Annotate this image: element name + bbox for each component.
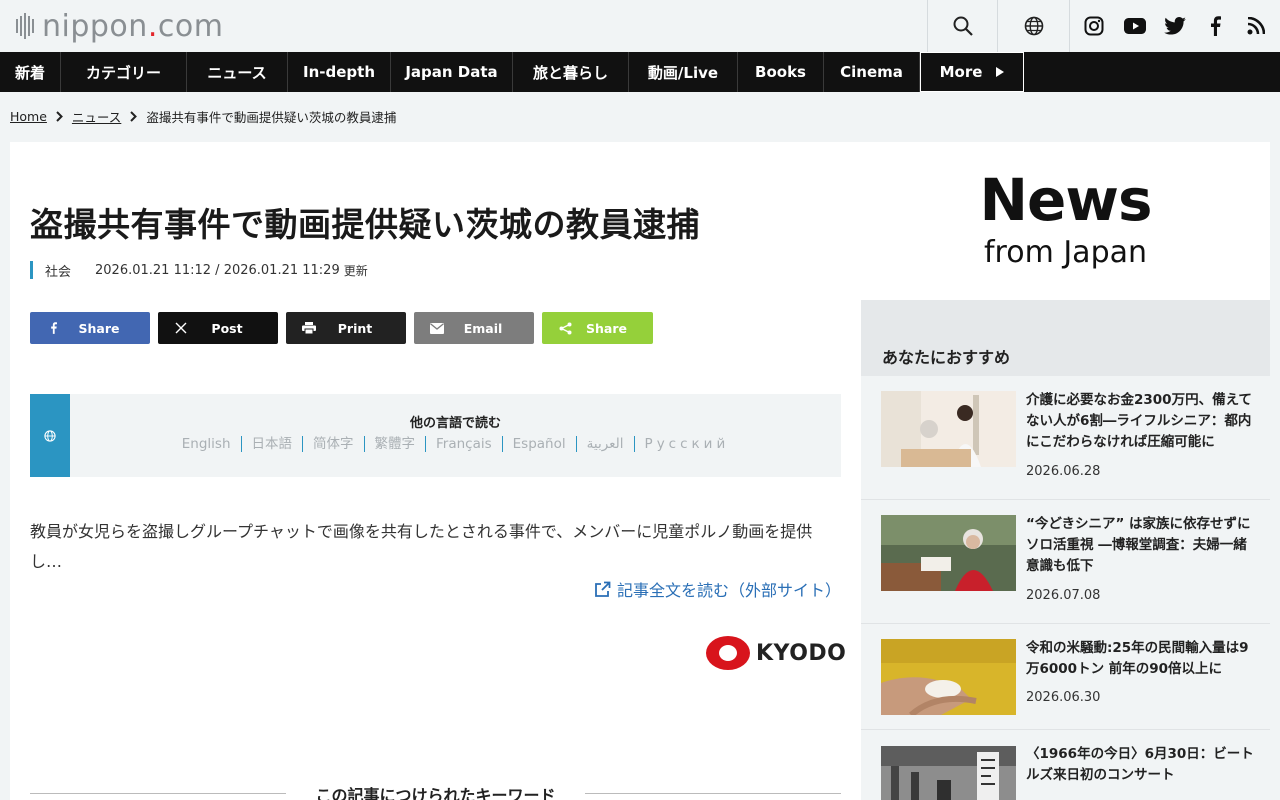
recommend-item-date: 2026.06.30 [1026,690,1101,705]
recommend-item-title: 〈1966年の今日〉6月30日：ビートルズ来日初のコンサート [1026,746,1254,783]
rss-icon[interactable] [1242,12,1270,40]
email-label: Email [463,320,503,336]
nav-item-category[interactable]: カテゴリー [61,52,187,92]
language-link-french[interactable]: Français [426,436,503,452]
news-from-japan-banner[interactable]: News from Japan [861,142,1270,300]
breadcrumb-home[interactable]: Home [10,109,47,124]
nav-item-books[interactable]: Books [738,52,824,92]
recommend-title: あなたにおすすめ [882,348,1011,367]
logo-text: nippon.com [42,8,224,44]
nav-item-more[interactable]: More [920,52,1024,92]
article-category[interactable]: 社会 [45,261,71,280]
email-button[interactable]: Email [414,312,534,344]
banner-subtitle: from Japan [983,235,1148,270]
share-label: Share [78,320,120,336]
recommend-item[interactable]: “今どきシニア” は家族に依存せずにソロ活重視 ―博報堂調査：夫婦一緒意識も低下… [861,500,1270,624]
recommend-item-date: 2026.06.28 [1026,464,1101,479]
language-link-simplified-chinese[interactable]: 简体字 [303,436,365,452]
recommend-heading: あなたにおすすめ [861,300,1270,376]
twitter-icon[interactable] [1161,12,1189,40]
print-label: Print [337,320,373,336]
languages-title: 他の言語で読む [409,416,501,431]
sidebar: News from Japan あなたにおすすめ 介護に必要なお金2300万円、… [861,142,1270,800]
logo-bars-icon [16,13,34,39]
recommend-item[interactable]: 令和の米騒動:25年の民間輸入量は9万6000トン 前年の90倍以上に 2026… [861,624,1270,730]
caret-right-icon [996,67,1005,77]
globe-icon [1024,16,1043,36]
banner-title: News [979,166,1153,234]
recommend-thumbnail [881,391,1016,467]
language-link-japanese[interactable]: 日本語 [242,436,303,452]
recommend-item-title: “今どきシニア” は家族に依存せずにソロ活重視 ―博報堂調査：夫婦一緒意識も低下 [1026,516,1251,574]
chevron-right-icon [130,110,138,122]
breadcrumb-current: 盗撮共有事件で動画提供疑い茨城の教員逮捕 [146,109,397,125]
site-header: nippon.com [0,0,1280,52]
nav-item-video-live[interactable]: 動画/Live [629,52,738,92]
recommend-item-title: 介護に必要なお金2300万円、備えてない人が6割―ライフルシニア：都内にこだわら… [1026,392,1252,450]
nav-item-travel[interactable]: 旅と暮らし [513,52,629,92]
language-link-spanish[interactable]: Español [503,436,577,452]
recommend-item-title: 令和の米騒動:25年の民間輸入量は9万6000トン 前年の90倍以上に [1026,640,1249,677]
external-link-icon [595,581,611,597]
language-link-traditional-chinese[interactable]: 繁體字 [365,436,426,452]
breadcrumb-section[interactable]: ニュース [72,107,121,126]
globe-icon [30,394,70,477]
nav-more-label: More [939,63,983,81]
nav-item-cinema[interactable]: Cinema [824,52,920,92]
post-label: Post [211,320,243,336]
chevron-right-icon [56,110,63,122]
article-dates: 2026.01.21 11:12 / 2026.01.21 11:29 [95,262,340,278]
nav-item-japan-data[interactable]: Japan Data [391,52,513,92]
share-label: Share [586,320,627,336]
instagram-icon[interactable] [1080,12,1108,40]
nav-item-in-depth[interactable]: In-depth [288,52,391,92]
kyodo-logo: KYODO [706,636,846,670]
recommend-item[interactable]: 〈1966年の今日〉6月30日：ビートルズ来日初のコンサート [861,730,1270,800]
share-button[interactable]: Share [542,312,653,344]
facebook-share-button[interactable]: Share [30,312,150,344]
social-links [1070,0,1280,52]
breadcrumb: Home ニュース 盗撮共有事件で動画提供疑い茨城の教員逮捕 [10,107,396,125]
recommend-item[interactable]: 介護に必要なお金2300万円、備えてない人が6割―ライフルシニア：都内にこだわら… [861,376,1270,500]
recommend-thumbnail [881,746,1016,800]
recommend-thumbnail [881,515,1016,591]
search-icon [953,16,973,36]
language-link-english[interactable]: English [172,436,242,452]
language-button[interactable] [998,0,1070,52]
print-button[interactable]: Print [286,312,406,344]
source-name: KYODO [756,640,847,666]
search-button[interactable] [927,0,998,52]
share-bar: Share Post Print Email Share [30,312,653,344]
nav-item-new[interactable]: 新着 [0,52,61,92]
article-title: 盗撮共有事件で動画提供疑い茨城の教員逮捕 [30,205,700,244]
recommend-thumbnail [881,639,1016,715]
kyodo-mark-icon [706,636,750,670]
main-nav: 新着 カテゴリー ニュース In-depth Japan Data 旅と暮らし … [0,52,1280,92]
facebook-icon[interactable] [1201,12,1229,40]
site-logo[interactable]: nippon.com [16,8,223,44]
updated-label: 更新 [343,263,368,278]
recommend-item-date: 2026.07.08 [1026,588,1101,603]
read-full-article-link[interactable]: 記事全文を読む（外部サイト） [594,577,841,601]
read-full-label: 記事全文を読む（外部サイト） [616,581,841,600]
x-post-button[interactable]: Post [158,312,278,344]
keywords-title: この記事につけられたキーワード [315,786,556,800]
other-languages-box: 他の言語で読む English 日本語 简体字 繁體字 Français Esp… [30,394,841,477]
language-list: English 日本語 简体字 繁體字 Français Español الع… [70,436,841,452]
language-link-arabic[interactable]: العربية [577,436,635,452]
article-meta: 社会 2026.01.21 11:12 / 2026.01.21 11:29 更… [30,261,368,280]
keywords-heading: この記事につけられたキーワード [30,782,841,800]
nav-item-news[interactable]: ニュース [187,52,288,92]
language-link-russian[interactable]: Русский [635,436,740,452]
article-lede: 教員が女児らを盗撮しグループチャットで画像を共有したとされる事件で、メンバーに児… [30,522,813,571]
youtube-icon[interactable] [1121,12,1149,40]
